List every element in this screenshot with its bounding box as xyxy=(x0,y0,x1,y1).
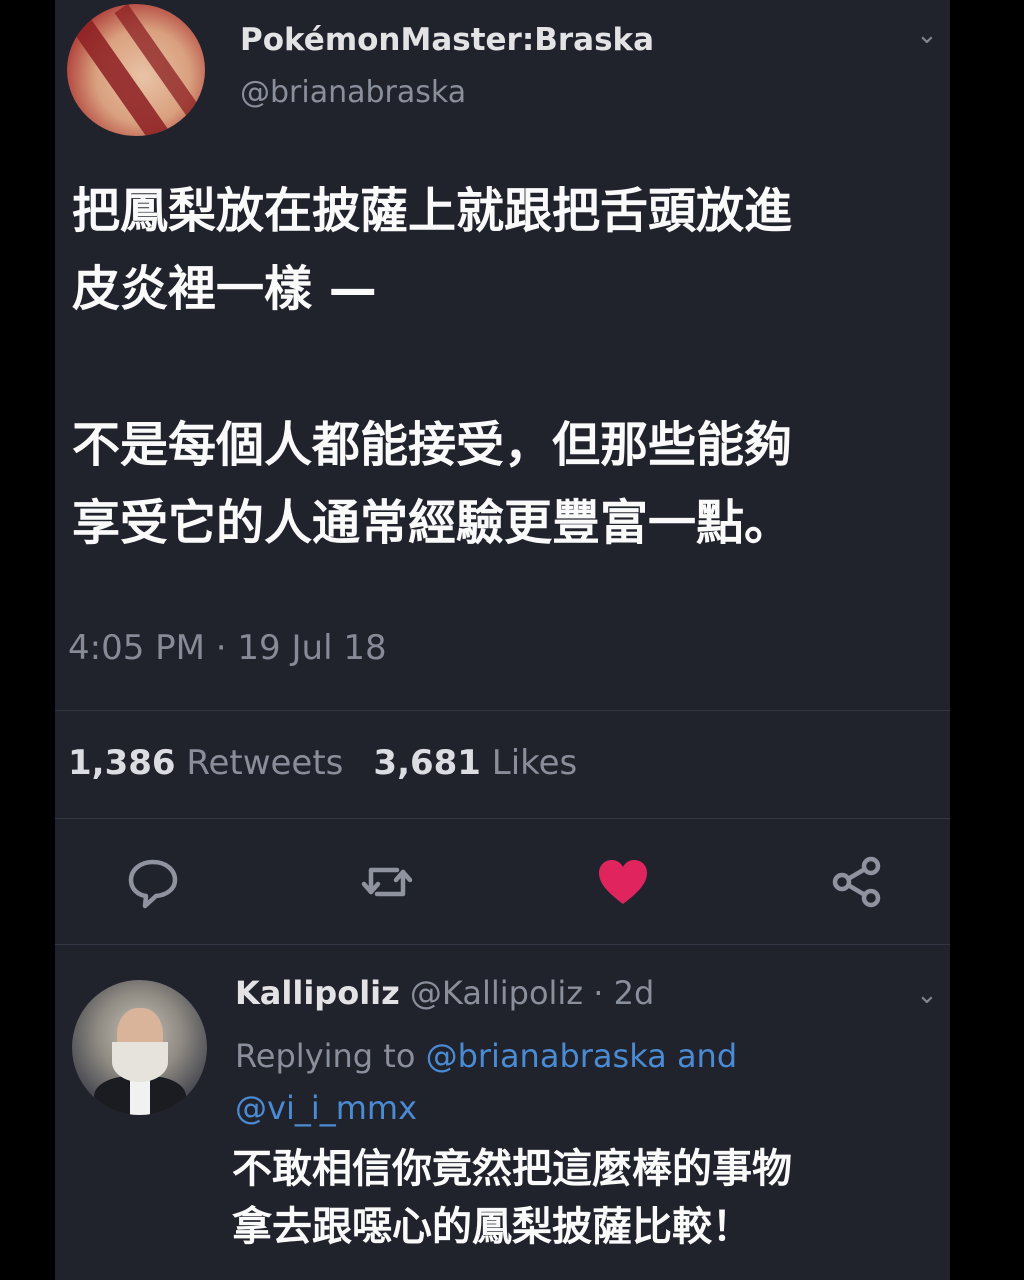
chevron-down-icon[interactable]: ⌄ xyxy=(916,980,938,1010)
timestamp[interactable]: 4:05 PM · 19 Jul 18 xyxy=(68,628,387,668)
tweet-text-line: 享受它的人通常經驗更豐富一點。 xyxy=(72,495,793,551)
retweets-stat[interactable]: 1,386 Retweets xyxy=(68,743,343,783)
tweet-text-line: 把鳳梨放在披薩上就跟把舌頭放進 xyxy=(72,183,793,239)
and-label: and xyxy=(676,1037,738,1075)
mention-link[interactable]: @brianabraska xyxy=(426,1037,667,1075)
likes-count: 3,681 xyxy=(373,743,481,783)
user-handle[interactable]: @brianabraska xyxy=(240,75,466,110)
reply-text-line: 拿去跟噁心的鳳梨披薩比較！ xyxy=(232,1204,752,1250)
chevron-down-icon[interactable]: ⌄ xyxy=(916,20,938,50)
avatar-shirt xyxy=(130,1078,150,1115)
avatar[interactable] xyxy=(67,4,205,136)
tweet-text: 把鳳梨放在披薩上就跟把舌頭放進 皮炎裡一樣 — 不是每個人都能接受，但那些能夠 … xyxy=(72,172,932,562)
reply-text: 不敢相信你竟然把這麼棒的事物 拿去跟噁心的鳳梨披薩比較！ xyxy=(232,1140,932,1256)
retweet-icon[interactable] xyxy=(357,852,417,912)
replying-to-label: Replying to xyxy=(235,1037,416,1075)
share-icon[interactable] xyxy=(827,852,887,912)
mention-link[interactable]: @vi_i_mmx xyxy=(235,1089,417,1127)
likes-label: Likes xyxy=(491,743,578,783)
heart-icon[interactable] xyxy=(593,852,653,912)
avatar-beard xyxy=(112,1042,168,1082)
reply-icon[interactable] xyxy=(123,852,183,912)
divider xyxy=(55,944,950,945)
likes-stat[interactable]: 3,681 Likes xyxy=(373,743,577,783)
tweet-text-line: 不是每個人都能接受，但那些能夠 xyxy=(72,417,793,473)
reply-display-name[interactable]: Kallipoliz xyxy=(235,974,400,1012)
reply-header: Kallipoliz @Kallipoliz · 2d xyxy=(235,974,654,1012)
retweets-label: Retweets xyxy=(186,743,344,783)
divider xyxy=(55,818,950,819)
retweets-count: 1,386 xyxy=(68,743,176,783)
reply-text-line: 不敢相信你竟然把這麼棒的事物 xyxy=(232,1146,792,1192)
engagement-stats: 1,386 Retweets 3,681 Likes xyxy=(68,743,577,783)
display-name[interactable]: PokémonMaster:Braska xyxy=(240,22,654,58)
reply-avatar[interactable] xyxy=(72,980,207,1115)
replying-to: Replying to @brianabraska and @vi_i_mmx xyxy=(235,1030,835,1134)
tweet-text-line: 皮炎裡一樣 — xyxy=(72,261,377,317)
reply-handle-meta[interactable]: @Kallipoliz · 2d xyxy=(410,974,654,1012)
divider xyxy=(55,710,950,711)
